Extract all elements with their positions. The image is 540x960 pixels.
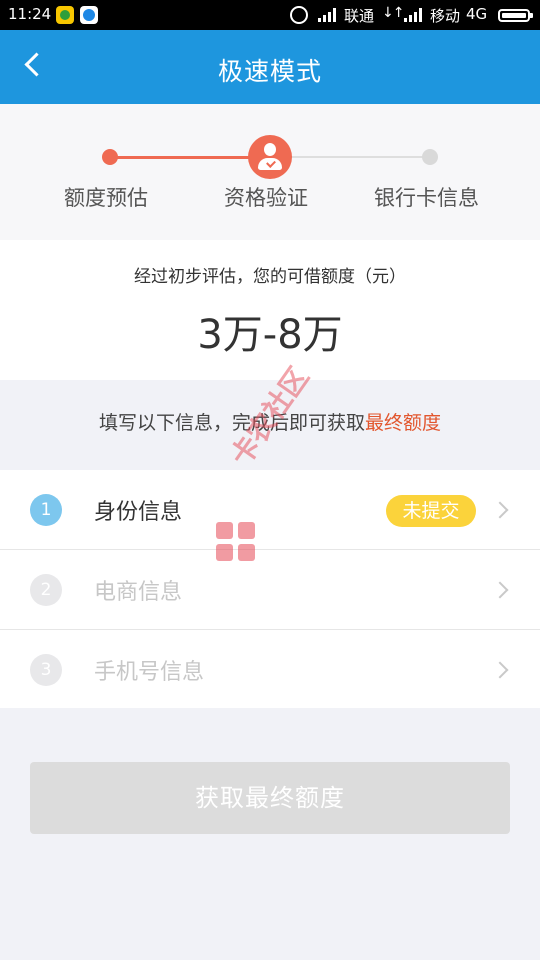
- list-item-identity-info[interactable]: 1 身份信息 未提交: [0, 470, 540, 550]
- list-item-phone-info[interactable]: 3 手机号信息: [0, 630, 540, 709]
- step-dot-pending: [422, 149, 438, 165]
- battery-icon: [498, 9, 533, 22]
- alarm-icon: [290, 6, 308, 24]
- list-item-label: 手机号信息: [94, 660, 205, 685]
- network-type-label: 4G: [466, 5, 488, 23]
- data-activity-icon: ↓↑: [382, 5, 404, 21]
- chevron-right-icon: [491, 501, 509, 519]
- status-bar: 11:24 联通 ↓↑ 移动 4G: [0, 0, 540, 30]
- signal-icon: [318, 8, 336, 22]
- credit-amount-card: 经过初步评估，您的可借额度（元） 3万-8万: [0, 240, 540, 380]
- chevron-right-icon: [491, 661, 509, 679]
- step-label-bank-card: 银行卡信息: [374, 186, 479, 210]
- hint-emphasis: 最终额度: [365, 412, 442, 434]
- step-dot-current: [248, 135, 292, 179]
- media-notification-icon: [80, 6, 98, 24]
- amount-description: 经过初步评估，您的可借额度（元）: [134, 267, 406, 287]
- hint-text: 填写以下信息，完成后即可获取: [98, 412, 365, 434]
- completion-hint: 填写以下信息，完成后即可获取最终额度: [0, 408, 540, 435]
- step-label-qualification: 资格验证: [224, 186, 308, 210]
- verified-person-icon: [248, 135, 292, 179]
- step-dot-completed: [102, 149, 118, 165]
- carrier-1-label: 联通: [344, 7, 375, 25]
- list-item-label: 电商信息: [94, 580, 183, 605]
- step-label-estimate: 额度预估: [64, 186, 148, 210]
- list-item-label: 身份信息: [94, 500, 183, 525]
- stepper-line-completed: [110, 156, 270, 159]
- status-time: 11:24: [8, 5, 52, 23]
- get-final-amount-button[interactable]: 获取最终额度: [30, 762, 510, 834]
- info-list: 1 身份信息 未提交 2 电商信息 3 手机号信息: [0, 470, 540, 708]
- app-notification-icon: [56, 6, 74, 24]
- page-title: 极速模式: [217, 57, 322, 86]
- step-number-badge: 1: [30, 494, 62, 526]
- signal-icon: [404, 8, 422, 22]
- app-header: 极速模式: [0, 30, 540, 104]
- step-number-badge: 3: [30, 654, 62, 686]
- amount-value: 3万-8万: [197, 312, 343, 358]
- stepper-line-pending: [270, 156, 430, 158]
- progress-stepper: 额度预估 资格验证 银行卡信息: [0, 104, 540, 240]
- list-item-ecommerce-info[interactable]: 2 电商信息: [0, 550, 540, 630]
- step-number-badge: 2: [30, 574, 62, 606]
- carrier-2-label: 移动: [430, 7, 461, 25]
- chevron-right-icon: [491, 581, 509, 599]
- status-badge: 未提交: [386, 495, 476, 527]
